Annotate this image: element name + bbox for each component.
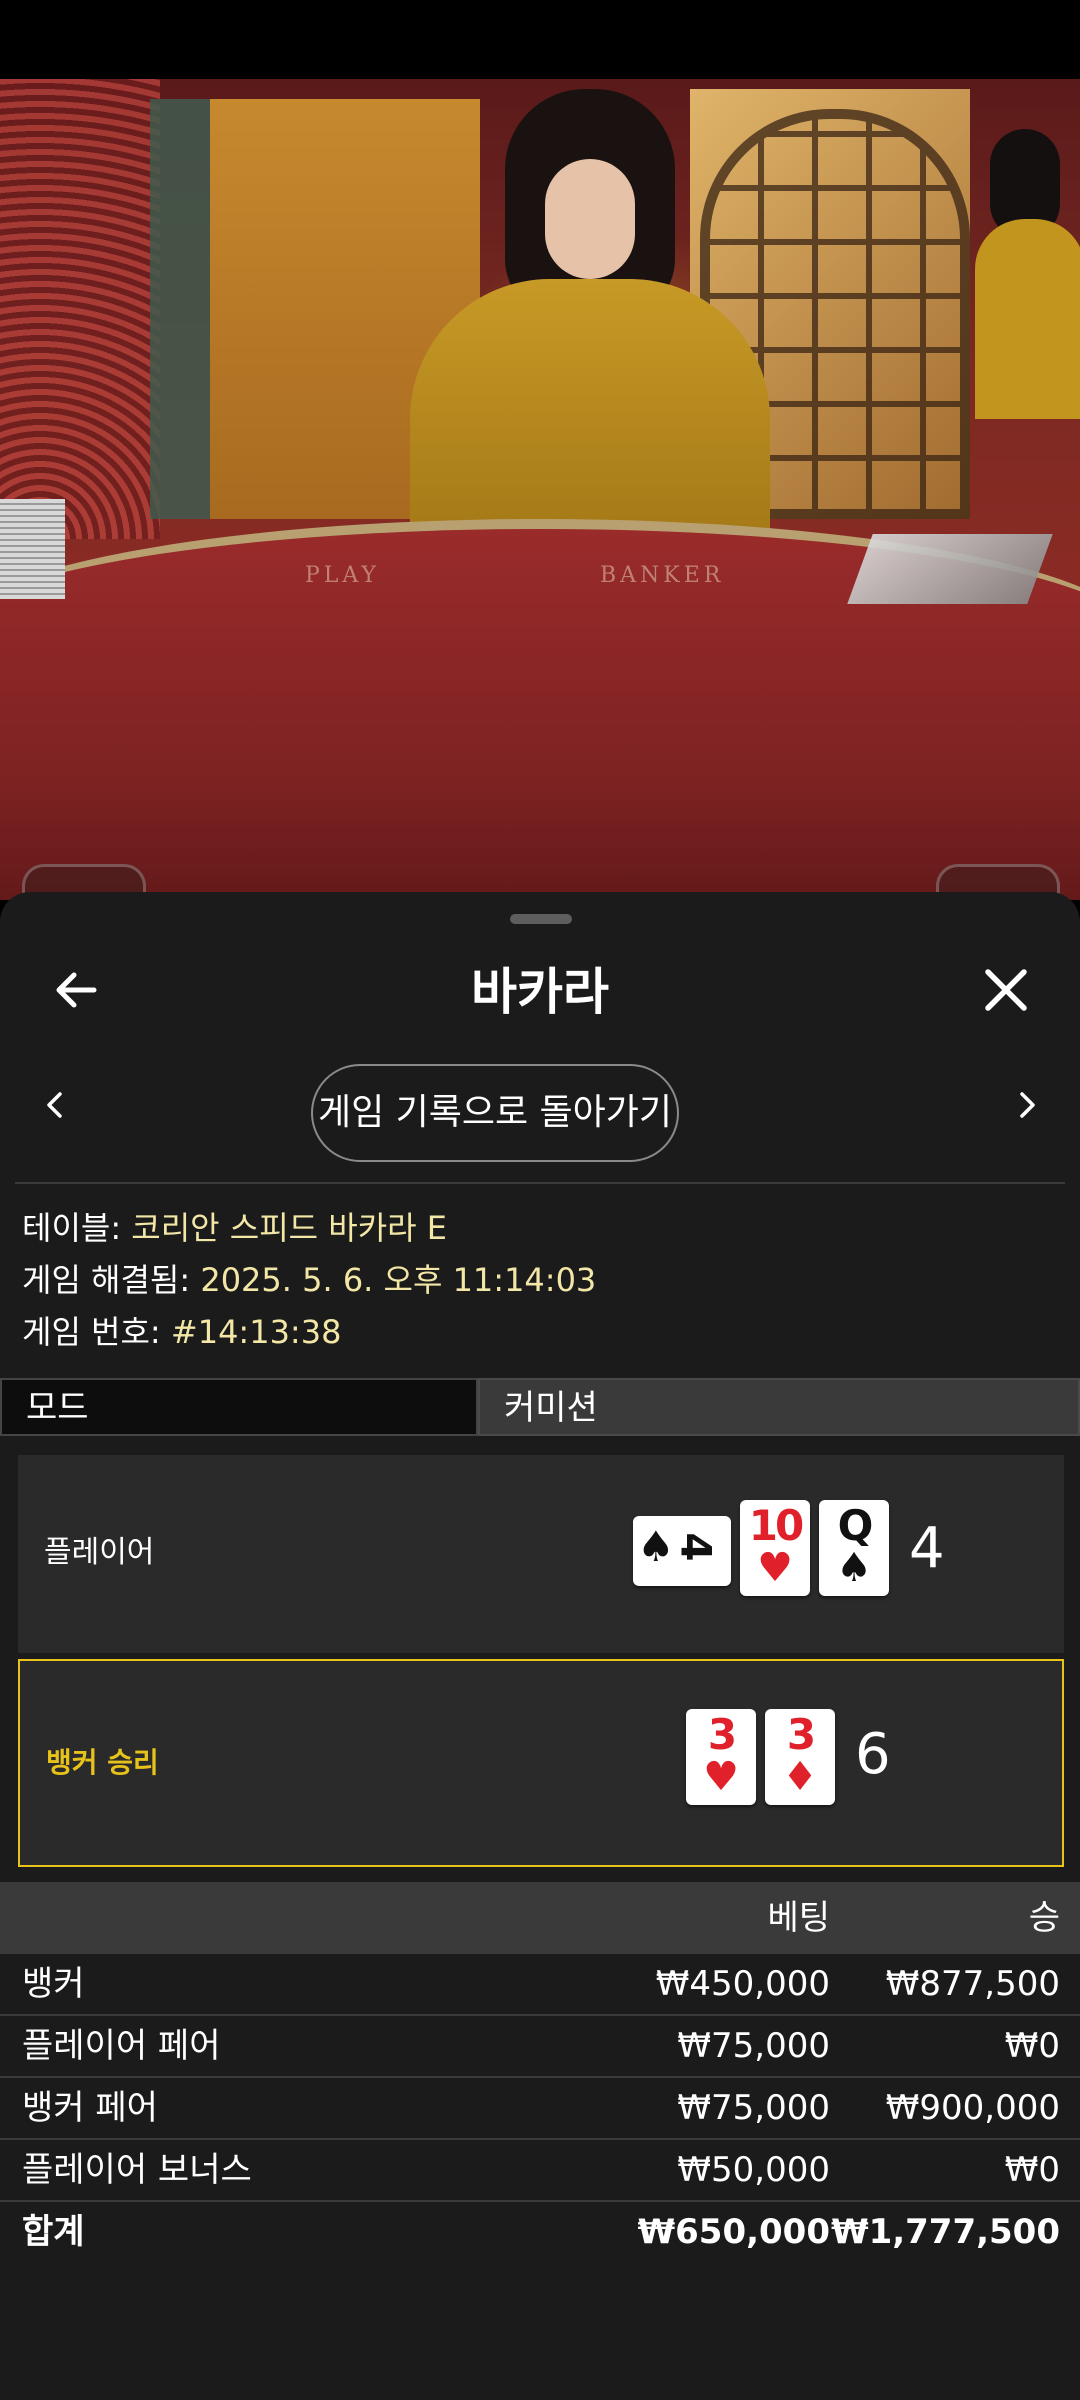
info-resolved-value: 2025. 5. 6. 오후 11:14:03: [200, 1261, 597, 1299]
mode-bar: 모드 커미션: [0, 1378, 1080, 1436]
win-amount: ₩877,500: [885, 1964, 1060, 2004]
mode-value: 커미션: [478, 1378, 1080, 1436]
mode-label: 모드: [0, 1378, 478, 1436]
card-rank: 3: [707, 1710, 737, 1759]
chevron-right-icon: [1012, 1090, 1042, 1124]
info-number-value: #14:13:38: [170, 1313, 342, 1351]
card-stack: [0, 499, 65, 599]
table-row: 뱅커 ₩450,000 ₩877,500: [0, 1954, 1080, 2016]
playing-card: Q ♠: [819, 1500, 889, 1596]
total-row: 합계 ₩650,000 ₩1,777,500: [0, 2202, 1080, 2264]
playing-card: 3 ♥: [686, 1709, 756, 1805]
banker-win-label: 뱅커 승리: [46, 1746, 159, 1779]
banker-score: 6: [855, 1722, 891, 1787]
table-row: 뱅커 페어 ₩75,000 ₩900,000: [0, 2078, 1080, 2140]
column-header-bet: 베팅: [767, 1898, 830, 1938]
info-number-key: 게임 번호:: [22, 1313, 171, 1351]
info-table: 테이블: 코리안 스피드 바카라 E: [22, 1206, 447, 1250]
card-face: ♠4: [637, 1522, 720, 1572]
status-bar: [0, 0, 1080, 79]
bet-name: 뱅커: [22, 1964, 85, 2004]
live-video-stream: PLAY BANKER 6 0: [0, 79, 1080, 900]
bet-amount: ₩75,000: [677, 2088, 830, 2128]
total-win: ₩1,777,500: [831, 2212, 1060, 2252]
card-suit: ♠: [836, 1545, 872, 1591]
banker-result: 뱅커 승리 3 ♥ 3 ♦ 6: [18, 1659, 1064, 1867]
previous-game-button[interactable]: [20, 1072, 90, 1142]
card-suit: ♦: [782, 1754, 818, 1800]
bet-name: 플레이어 페어: [22, 2026, 221, 2066]
wall-pattern: [0, 79, 160, 539]
bet-amount: ₩450,000: [655, 1964, 830, 2004]
page-title: 바카라: [471, 963, 609, 1021]
player-score: 4: [909, 1516, 945, 1581]
playing-card: ♠4: [633, 1516, 731, 1586]
card-rank: 10: [748, 1501, 804, 1550]
return-to-history-button[interactable]: 게임 기록으로 돌아가기: [311, 1064, 679, 1162]
card-shoe: [847, 534, 1053, 604]
card-suit: ♥: [757, 1545, 793, 1591]
card-rank: 4: [671, 1532, 721, 1562]
playing-card: 10 ♥: [740, 1500, 810, 1596]
win-amount: ₩900,000: [885, 2088, 1060, 2128]
table-player-text: PLAY: [305, 563, 380, 588]
win-amount: ₩0: [1004, 2026, 1060, 2066]
close-icon: [982, 966, 1030, 1018]
background-dealer-body: [975, 219, 1080, 419]
divider: [15, 1182, 1065, 1184]
info-game-number: 게임 번호: #14:13:38: [22, 1310, 341, 1354]
dealer-face: [545, 159, 635, 279]
game-history-panel: 바카라 게임 기록으로 돌아가기 테이블: 코리안 스피드 바카라 E 게임 해…: [0, 892, 1080, 2400]
win-amount: ₩0: [1004, 2150, 1060, 2190]
bet-amount: ₩50,000: [677, 2150, 830, 2190]
table-row: 플레이어 페어 ₩75,000 ₩0: [0, 2016, 1080, 2078]
drag-handle[interactable]: [510, 914, 572, 924]
bet-name: 뱅커 페어: [22, 2088, 158, 2128]
column-header-win: 승: [1028, 1898, 1060, 1938]
total-label: 합계: [22, 2212, 85, 2252]
total-bet: ₩650,000: [637, 2212, 830, 2252]
card-rank: Q: [837, 1501, 874, 1550]
playing-card: 3 ♦: [765, 1709, 835, 1805]
info-resolved: 게임 해결됨: 2025. 5. 6. 오후 11:14:03: [22, 1258, 596, 1302]
table-banker-text: BANKER: [600, 563, 725, 588]
close-button[interactable]: [966, 952, 1046, 1032]
table-row: 플레이어 보너스 ₩50,000 ₩0: [0, 2140, 1080, 2202]
card-suit: ♥: [703, 1754, 739, 1800]
player-result: 플레이어 ♠4 10 ♥ Q ♠ 4: [18, 1455, 1064, 1653]
chevron-left-icon: [40, 1090, 70, 1124]
bet-name: 플레이어 보너스: [22, 2150, 252, 2190]
info-table-value: 코리안 스피드 바카라 E: [131, 1209, 447, 1247]
card-suit: ♠: [637, 1522, 675, 1571]
info-resolved-key: 게임 해결됨:: [22, 1261, 201, 1299]
bets-table-header: 베팅 승: [0, 1882, 1080, 1954]
card-rank: 3: [786, 1710, 816, 1759]
next-game-button[interactable]: [992, 1072, 1062, 1142]
player-label: 플레이어: [44, 1535, 155, 1570]
bet-amount: ₩75,000: [677, 2026, 830, 2066]
info-table-key: 테이블:: [22, 1209, 132, 1247]
